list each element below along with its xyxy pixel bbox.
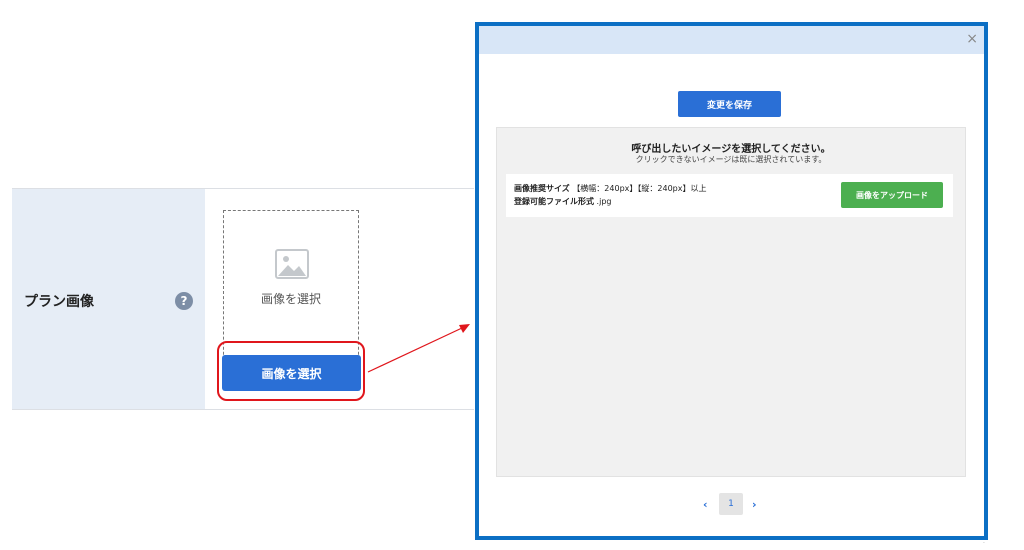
allowed-format-label: 登録可能ファイル形式: [514, 197, 594, 206]
plan-image-label: プラン画像: [24, 294, 94, 310]
allowed-format-value: .jpg: [596, 197, 612, 206]
close-icon[interactable]: ×: [966, 31, 978, 47]
pagination-page-1[interactable]: 1: [719, 493, 743, 515]
corner-mark: ·: [983, 540, 985, 547]
chevron-right-icon[interactable]: ›: [752, 498, 757, 511]
row-label-cell: プラン画像 ?: [12, 189, 205, 409]
save-changes-button[interactable]: 変更を保存: [678, 91, 781, 117]
upload-image-button[interactable]: 画像をアップロード: [841, 182, 943, 208]
question-circle-icon[interactable]: ?: [175, 292, 193, 310]
upload-panel: 画像推奨サイズ 【横幅：240px】【縦：240px】以上 登録可能ファイル形式…: [506, 174, 953, 217]
recommended-size-value: 【横幅：240px】【縦：240px】以上: [572, 184, 707, 193]
image-box-label: 画像を選択: [260, 292, 321, 306]
chevron-left-icon[interactable]: ‹: [703, 498, 708, 511]
recommended-size-label: 画像推奨サイズ: [514, 184, 570, 193]
gallery-subtitle: クリックできないイメージは既に選択されています。: [635, 155, 827, 164]
image-gallery: 呼び出したいイメージを選択してください。 クリックできないイメージは既に選択され…: [496, 127, 966, 477]
image-select-modal: × 変更を保存 呼び出したいイメージを選択してください。 クリックできないイメー…: [475, 22, 988, 540]
modal-header: ×: [479, 26, 984, 54]
gallery-title: 呼び出したいイメージを選択してください。: [631, 144, 831, 155]
allowed-format-line: 登録可能ファイル形式 .jpg: [514, 196, 611, 207]
image-icon: [275, 249, 309, 279]
highlight-outline: [217, 341, 365, 401]
recommended-size-line: 画像推奨サイズ 【横幅：240px】【縦：240px】以上: [514, 183, 706, 194]
